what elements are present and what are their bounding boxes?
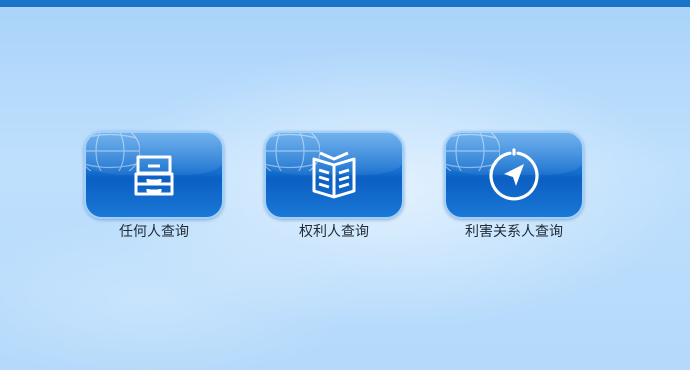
interested-party-query-label: 利害关系人查询 (465, 224, 563, 240)
obligee-query-label: 权利人查询 (299, 224, 369, 240)
interested-party-query-button[interactable] (444, 131, 584, 219)
menu-item-anyone-query[interactable]: 任何人查询 (84, 131, 224, 241)
menu-item-obligee-query[interactable]: 权利人查询 (264, 131, 404, 241)
compass-icon (489, 148, 539, 201)
anyone-query-button[interactable] (84, 131, 224, 219)
drawer-cabinet-icon (134, 155, 174, 196)
open-book-icon (312, 151, 356, 199)
top-bar (0, 0, 690, 7)
menu-item-interested-party-query[interactable]: 利害关系人查询 (444, 131, 584, 241)
anyone-query-label: 任何人查询 (119, 224, 189, 240)
obligee-query-button[interactable] (264, 131, 404, 219)
